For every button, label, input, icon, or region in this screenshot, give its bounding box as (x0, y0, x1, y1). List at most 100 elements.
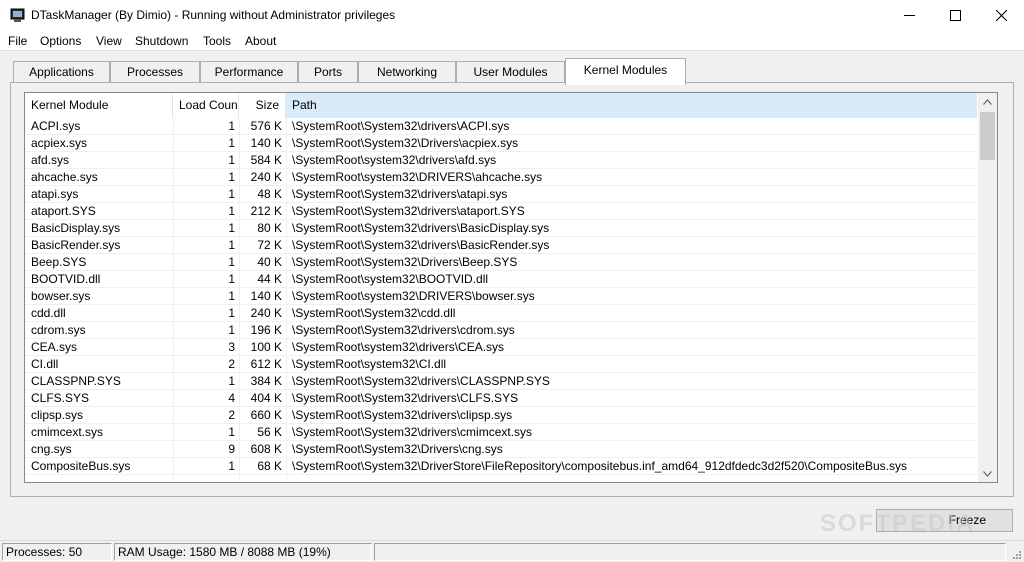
cell-kernel-module: ahcache.sys (31, 170, 98, 184)
cell-load-count: 1 (228, 255, 235, 269)
cell-load-count: 1 (228, 459, 235, 473)
cell-size: 608 K (250, 442, 282, 456)
table-row[interactable]: ACPI.sys 1 576 K \SystemRoot\System32\drive… (25, 118, 977, 135)
cell-path: \SystemRoot\System32\drivers\cdrom.sys (292, 323, 515, 337)
table-row[interactable]: CI.dll 2 612 K \SystemRoot\system32\CI.dll (25, 356, 977, 373)
table-row[interactable]: cmimcext.sys 1 56 K \SystemRoot\System32\dr… (25, 424, 977, 441)
table-row[interactable]: clipsp.sys 2 660 K \SystemRoot\System32\dri… (25, 407, 977, 424)
cell-kernel-module: Beep.SYS (31, 255, 87, 269)
column-header-load-count[interactable]: Load Count (173, 93, 239, 118)
scroll-down-button[interactable] (978, 465, 997, 482)
cell-load-count: 1 (228, 306, 235, 320)
cell-kernel-module: ACPI.sys (31, 119, 81, 133)
tab-kernel-modules[interactable]: Kernel Modules (565, 58, 686, 85)
cell-size: 404 K (250, 391, 282, 405)
tab-applications[interactable]: Applications (13, 61, 110, 83)
freeze-button[interactable]: Freeze (876, 509, 1013, 532)
menu-about[interactable]: About (245, 34, 276, 48)
cell-size: 660 K (250, 408, 282, 422)
tab-networking[interactable]: Networking (358, 61, 456, 83)
menu-shutdown[interactable]: Shutdown (135, 34, 188, 48)
status-ram-usage: RAM Usage: 1580 MB / 8088 MB (19%) (114, 543, 372, 561)
cell-kernel-module: clipsp.sys (31, 408, 84, 422)
cell-load-count: 1 (228, 187, 235, 201)
cell-path: \SystemRoot\System32\drivers\CLASSPNP.SY… (292, 374, 550, 388)
window-title: DTaskManager (By Dimio) - Running withou… (31, 8, 396, 22)
app-icon (10, 8, 25, 22)
cell-size: 584 K (250, 153, 282, 167)
menu-bar: File Options View Shutdown Tools About (0, 31, 1024, 51)
chevron-up-icon (983, 98, 992, 105)
status-processes: Processes: 50 (2, 543, 112, 561)
table-row[interactable]: CEA.sys 3 100 K \SystemRoot\system32\driver… (25, 339, 977, 356)
cell-size: 240 K (250, 306, 282, 320)
table-row[interactable]: bowser.sys 1 140 K \SystemRoot\system32\DRI… (25, 288, 977, 305)
cell-path: \SystemRoot\System32\drivers\ataport.SYS (292, 204, 525, 218)
column-header-path[interactable]: Path (286, 93, 977, 118)
cell-kernel-module: BasicDisplay.sys (31, 221, 121, 235)
cell-kernel-module: CI.dll (31, 357, 59, 371)
scrollbar-thumb[interactable] (980, 112, 995, 160)
menu-options[interactable]: Options (40, 34, 81, 48)
cell-size: 140 K (250, 136, 282, 150)
cell-size: 72 K (257, 238, 282, 252)
cell-path: \SystemRoot\System32\Drivers\cng.sys (292, 442, 503, 456)
table-row[interactable]: Beep.SYS 1 40 K \SystemRoot\System32\Driver… (25, 254, 977, 271)
table-row[interactable]: cdd.dll 1 240 K \SystemRoot\System32\cdd.dl… (25, 305, 977, 322)
cell-path: \SystemRoot\System32\drivers\cmimcext.sy… (292, 425, 533, 439)
table-row[interactable]: acpiex.sys 1 140 K \SystemRoot\System32\Dri… (25, 135, 977, 152)
cell-path: \SystemRoot\system32\DRIVERS\bowser.sys (292, 289, 535, 303)
menu-file[interactable]: File (8, 34, 27, 48)
table-row[interactable]: ataport.SYS 1 212 K \SystemRoot\System32\dr… (25, 203, 977, 220)
cell-kernel-module: CLFS.SYS (31, 391, 90, 405)
table-row[interactable]: cdrom.sys 1 196 K \SystemRoot\System32\driv… (25, 322, 977, 339)
cell-size: 212 K (250, 204, 282, 218)
cell-kernel-module: CLASSPNP.SYS (31, 374, 121, 388)
table-row[interactable]: BasicDisplay.sys 1 80 K \SystemRoot\System3… (25, 220, 977, 237)
cell-kernel-module: CEA.sys (31, 340, 78, 354)
table-row[interactable]: cng.sys 9 608 K \SystemRoot\System32\Driver… (25, 441, 977, 458)
column-header-size[interactable]: Size (239, 93, 286, 118)
tab-performance[interactable]: Performance (200, 61, 298, 83)
table-row[interactable]: afd.sys 1 584 K \SystemRoot\system32\driver… (25, 152, 977, 169)
tab-processes[interactable]: Processes (110, 61, 200, 83)
cell-load-count: 1 (228, 374, 235, 388)
cell-size: 576 K (250, 119, 282, 133)
table-row[interactable]: atapi.sys 1 48 K \SystemRoot\System32\drive… (25, 186, 977, 203)
minimize-button[interactable] (886, 0, 932, 31)
chevron-down-icon (983, 470, 992, 477)
maximize-icon (949, 10, 961, 21)
cell-kernel-module: cdd.dll (31, 306, 66, 320)
cell-path: \SystemRoot\System32\drivers\clipsp.sys (292, 408, 513, 422)
maximize-button[interactable] (932, 0, 978, 31)
table-row[interactable]: BasicRender.sys 1 72 K \SystemRoot\System32… (25, 237, 977, 254)
cell-size: 140 K (250, 289, 282, 303)
cell-load-count: 1 (228, 170, 235, 184)
table-row[interactable]: CLFS.SYS 4 404 K \SystemRoot\System32\drive… (25, 390, 977, 407)
cell-size: 68 K (257, 459, 282, 473)
menu-view[interactable]: View (96, 34, 122, 48)
table-row[interactable]: BOOTVID.dll 1 44 K \SystemRoot\system32\BOO… (25, 271, 977, 288)
resize-grip-icon[interactable] (1010, 548, 1022, 560)
cell-path: \SystemRoot\System32\drivers\CLFS.SYS (292, 391, 519, 405)
cell-load-count: 1 (228, 136, 235, 150)
cell-kernel-module: CompositeBus.sys (31, 459, 131, 473)
column-header-kernel-module[interactable]: Kernel Module (25, 93, 173, 118)
cell-load-count: 2 (228, 357, 235, 371)
table-row[interactable]: ahcache.sys 1 240 K \SystemRoot\system32\DR… (25, 169, 977, 186)
cell-path: \SystemRoot\System32\drivers\atapi.sys (292, 187, 508, 201)
cell-kernel-module: atapi.sys (31, 187, 79, 201)
cell-path: \SystemRoot\System32\Drivers\Beep.SYS (292, 255, 518, 269)
tab-user-modules[interactable]: User Modules (456, 61, 565, 83)
close-button[interactable] (978, 0, 1024, 31)
table-row[interactable]: CompositeBus.sys 1 68 K \SystemRoot\System3… (25, 458, 977, 475)
vertical-scrollbar[interactable] (978, 93, 997, 482)
tab-ports[interactable]: Ports (298, 61, 358, 83)
menu-tools[interactable]: Tools (203, 34, 231, 48)
cell-path: \SystemRoot\System32\DriverStore\FileRep… (292, 459, 907, 473)
scroll-up-button[interactable] (978, 93, 997, 110)
table-row[interactable]: CLASSPNP.SYS 1 384 K \SystemRoot\System32\d… (25, 373, 977, 390)
kernel-modules-list[interactable]: Kernel Module Load Count Size Path ACPI.… (24, 92, 998, 483)
cell-path: \SystemRoot\system32\CI.dll (292, 357, 447, 371)
cell-load-count: 1 (228, 204, 235, 218)
